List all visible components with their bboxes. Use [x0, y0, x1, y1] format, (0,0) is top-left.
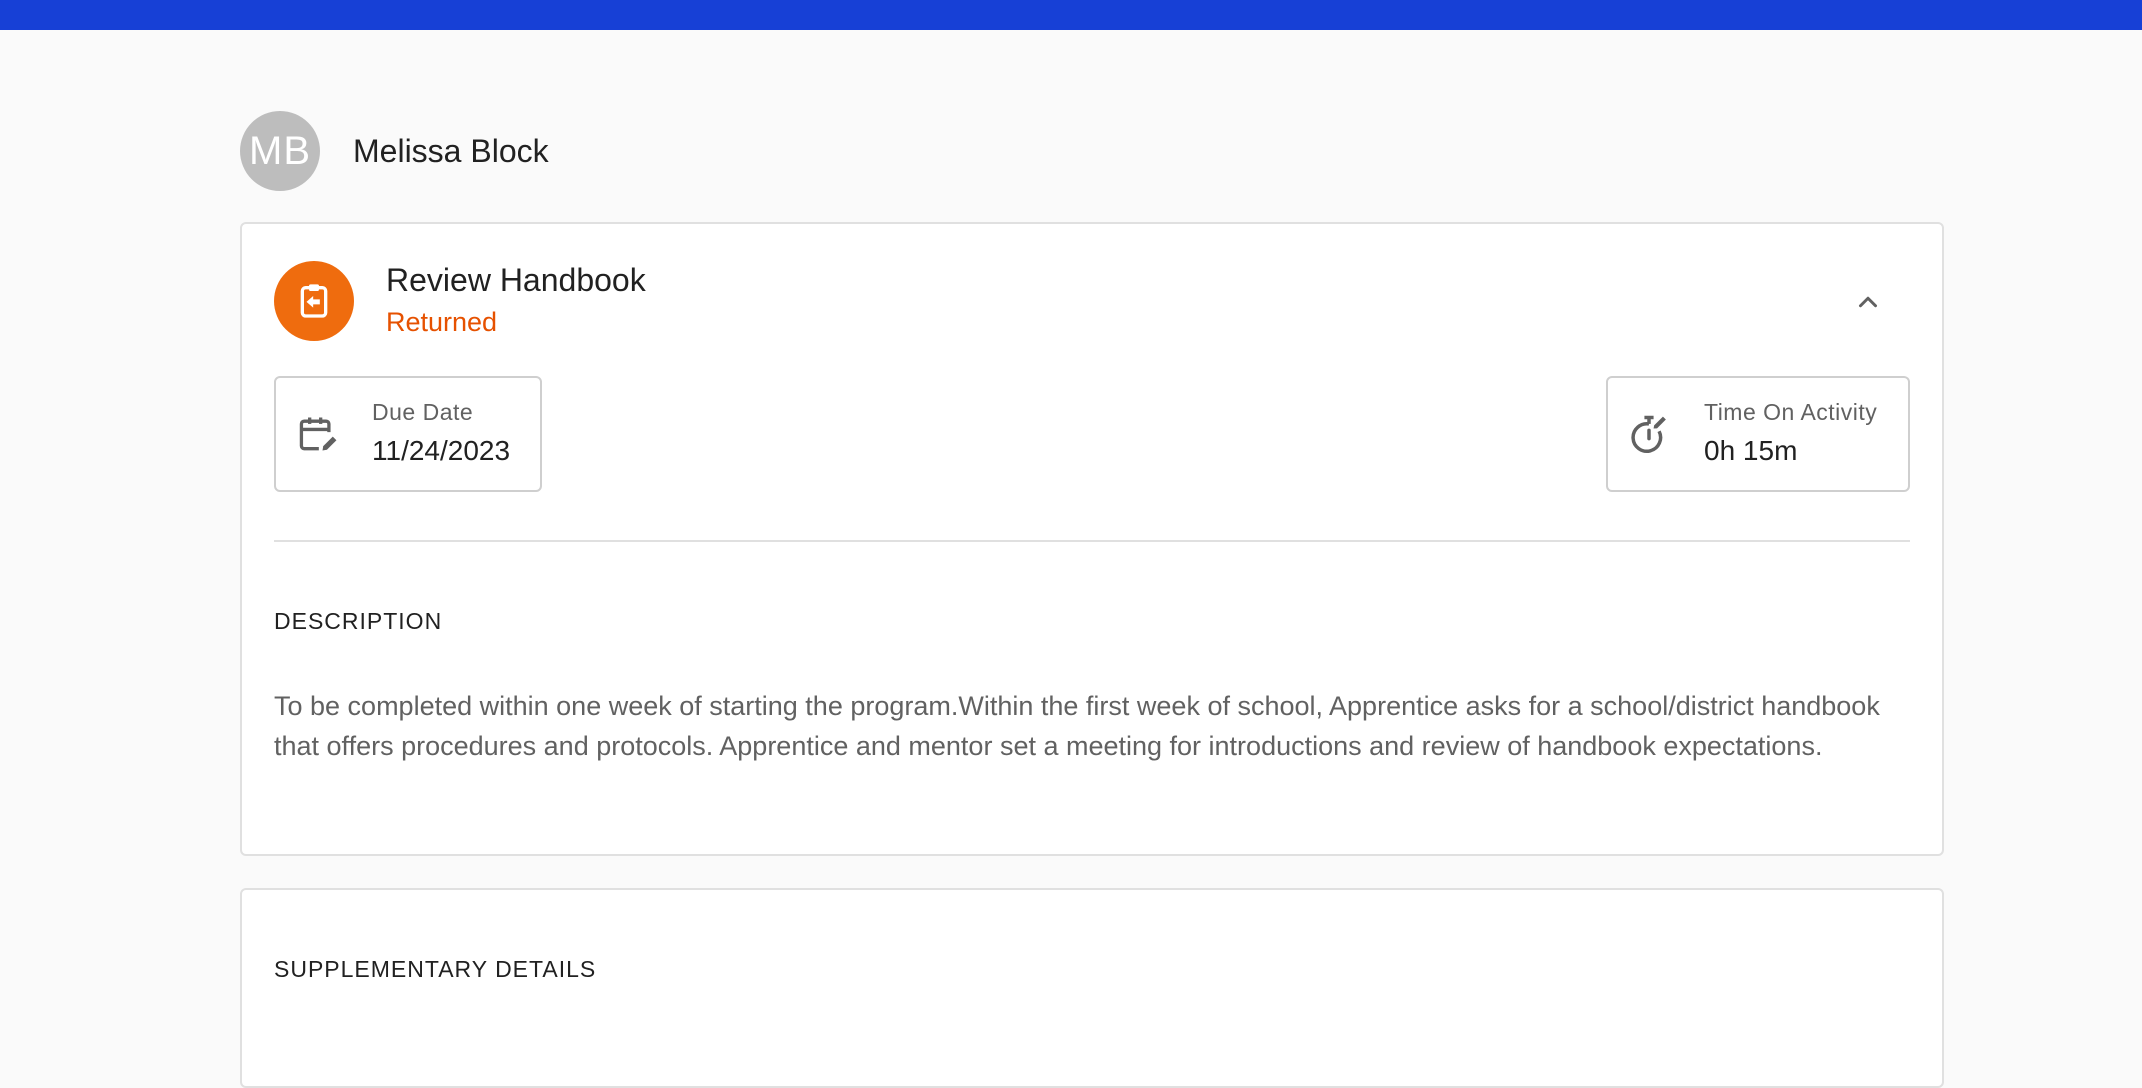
- activity-header[interactable]: Review Handbook Returned: [274, 260, 1910, 342]
- time-on-activity-box: Time On Activity 0h 15m: [1606, 376, 1910, 492]
- activity-card: Review Handbook Returned Due Date 11/24/…: [240, 222, 1944, 856]
- top-app-bar: [0, 0, 2142, 30]
- description-body: To be completed within one week of start…: [274, 691, 1880, 761]
- avatar: MB: [240, 111, 320, 191]
- timer-edit-icon: [1626, 411, 1672, 457]
- activity-title: Review Handbook: [386, 262, 646, 298]
- supplementary-heading: SUPPLEMENTARY DETAILS: [274, 956, 597, 982]
- due-date-label: Due Date: [372, 399, 474, 425]
- user-header: MB Melissa Block: [240, 110, 1944, 192]
- due-date-box: Due Date 11/24/2023: [274, 376, 542, 492]
- collapse-button[interactable]: [1848, 282, 1888, 322]
- time-on-activity-value: 0h 15m: [1704, 435, 1798, 466]
- calendar-edit-icon: [294, 411, 340, 457]
- activity-text: Review Handbook Returned: [386, 260, 646, 342]
- main-content: MB Melissa Block Review Handbook Returne…: [240, 30, 1944, 1088]
- time-on-activity-label: Time On Activity: [1704, 399, 1878, 425]
- chevron-up-icon: [1859, 296, 1877, 308]
- due-date-text: Due Date 11/24/2023: [372, 397, 510, 471]
- description-heading: DESCRIPTION: [274, 608, 443, 634]
- due-date-value: 11/24/2023: [372, 435, 511, 466]
- divider: [274, 540, 1910, 542]
- time-on-activity-text: Time On Activity 0h 15m: [1704, 397, 1877, 471]
- activity-status: Returned: [386, 307, 498, 337]
- supplementary-card: SUPPLEMENTARY DETAILS: [240, 888, 1944, 1088]
- user-name: Melissa Block: [353, 132, 549, 169]
- assignment-return-icon: [274, 261, 354, 341]
